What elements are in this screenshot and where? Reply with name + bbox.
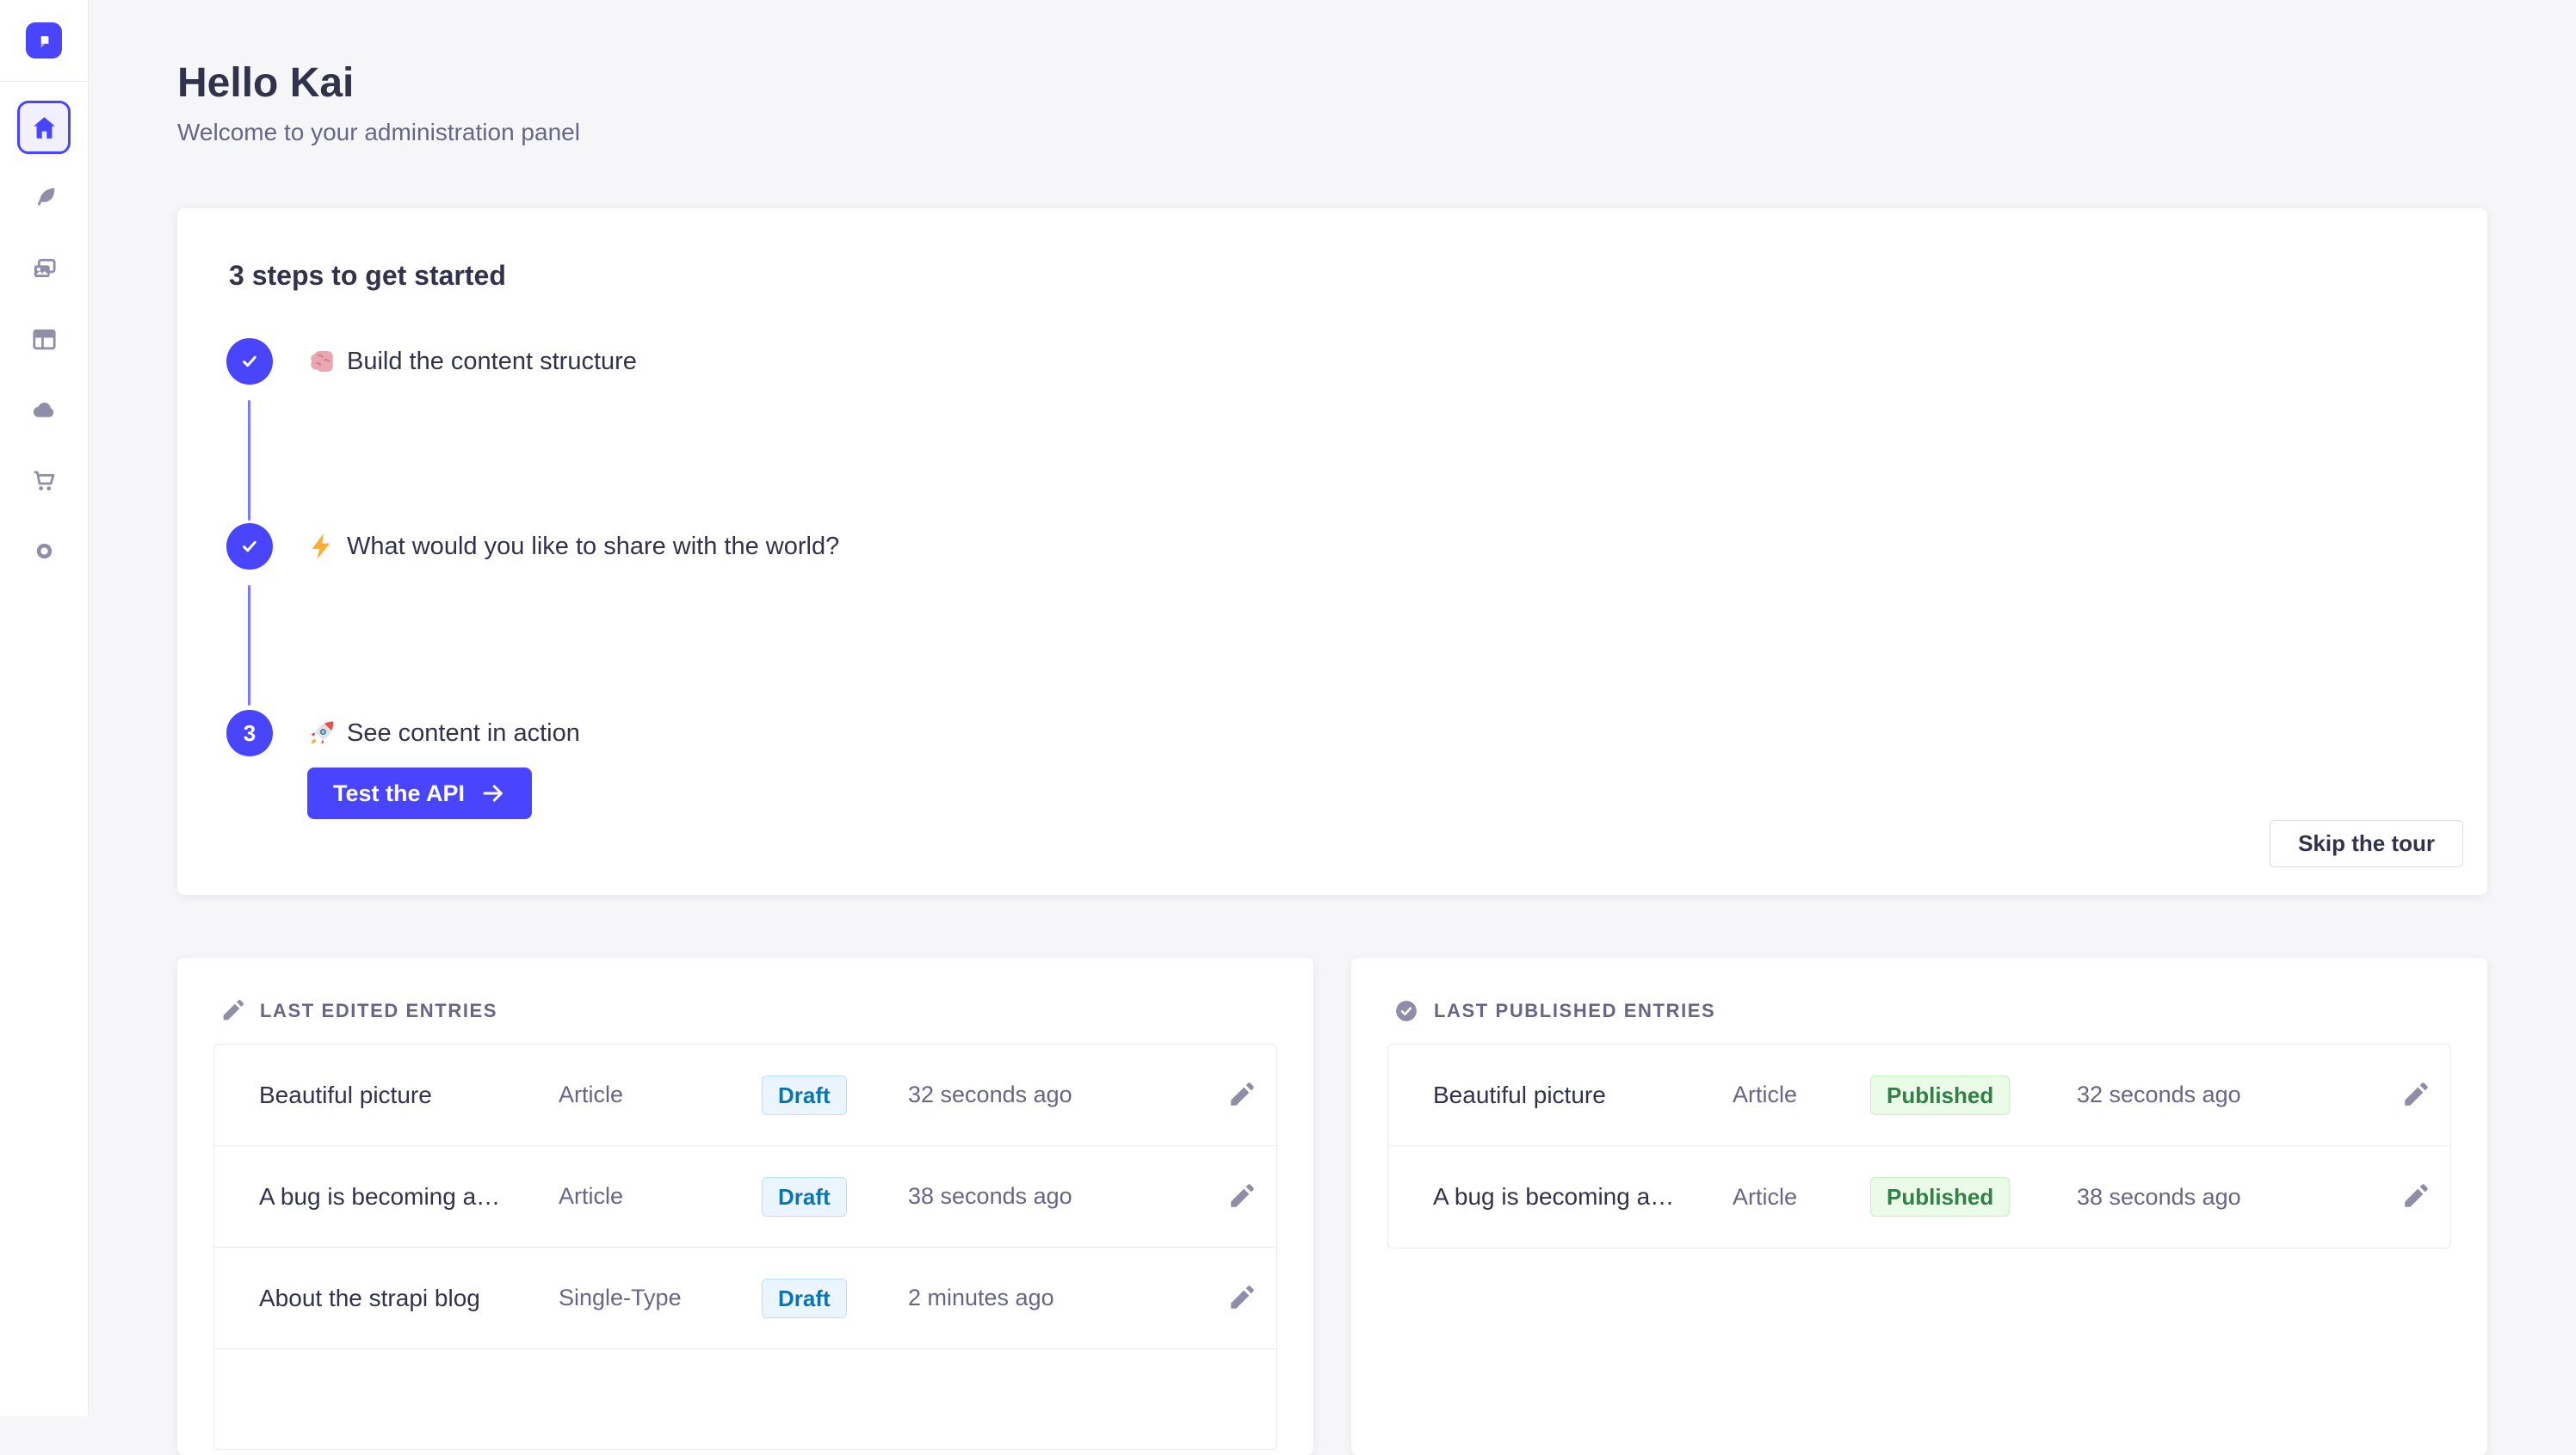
step-2-label: What would you like to share with the wo… — [347, 533, 839, 561]
status-badge: Published — [1870, 1076, 2010, 1115]
last-published-entries-table: Beautiful picture Article Published 32 s… — [1387, 1044, 2451, 1248]
arrow-right-icon — [480, 780, 506, 806]
entry-title: A bug is becoming a… — [259, 1183, 559, 1211]
page-subtitle: Welcome to your administration panel — [177, 119, 2487, 146]
sidebar-item-deploy[interactable] — [17, 383, 71, 436]
last-edited-entries-title: LAST EDITED ENTRIES — [260, 1000, 497, 1022]
entry-time: 32 seconds ago — [2077, 1082, 2378, 1108]
gear-icon — [30, 537, 59, 565]
cart-icon — [30, 466, 59, 495]
test-the-api-button[interactable]: Test the API — [307, 768, 532, 819]
step-build-content-structure: Build the content structure — [226, 338, 637, 385]
entry-type: Article — [559, 1082, 762, 1108]
status-badge: Draft — [762, 1177, 847, 1217]
skip-the-tour-button[interactable]: Skip the tour — [2270, 820, 2463, 867]
pictures-icon — [30, 255, 59, 283]
last-published-entries-card: LAST PUBLISHED ENTRIES Beautiful picture… — [1351, 958, 2487, 1455]
sidebar-item-content-type-builder[interactable] — [17, 312, 71, 366]
table-row: Beautiful picture Article Draft 32 secon… — [214, 1045, 1276, 1146]
table-row: About the strapi blog Single-Type Draft … — [214, 1248, 1276, 1349]
sidebar-item-home[interactable] — [17, 101, 71, 154]
rocket-emoji — [307, 718, 337, 748]
step-1-label: Build the content structure — [347, 348, 637, 376]
cloud-icon — [30, 396, 59, 424]
entry-type: Single-Type — [559, 1285, 762, 1311]
pencil-icon — [219, 998, 245, 1024]
entry-time: 32 seconds ago — [908, 1082, 1204, 1108]
strapi-logo — [26, 22, 62, 59]
entry-time: 38 seconds ago — [2077, 1184, 2378, 1211]
status-badge: Draft — [762, 1076, 847, 1115]
pencil-icon — [1226, 1182, 1256, 1211]
status-badge: Draft — [762, 1279, 847, 1318]
onboarding-card: 3 steps to get started Build the content… — [177, 208, 2487, 895]
last-edited-entries-card: LAST EDITED ENTRIES Beautiful picture Ar… — [177, 958, 1313, 1455]
lightning-emoji — [307, 532, 337, 561]
step-see-content-in-action: 3 See content in action — [226, 710, 580, 756]
layout-icon — [30, 325, 59, 354]
step-3-number-circle: 3 — [226, 710, 273, 756]
table-row: A bug is becoming a… Article Draft 38 se… — [214, 1146, 1276, 1248]
circle-check-icon — [1393, 998, 1419, 1024]
step-1-check-circle — [226, 338, 273, 385]
entry-type: Article — [1733, 1184, 1870, 1211]
sidebar-item-marketplace[interactable] — [17, 453, 71, 507]
pencil-icon — [2400, 1182, 2430, 1211]
step-2-check-circle — [226, 523, 273, 570]
edit-entry-button[interactable] — [1226, 1081, 1256, 1110]
table-row: A bug is becoming a… Article Published 3… — [1388, 1146, 2450, 1248]
empty-row-space — [214, 1349, 1276, 1449]
entry-type: Article — [559, 1183, 762, 1210]
logo-area — [0, 0, 88, 82]
sidebar — [0, 0, 89, 1416]
entry-time: 2 minutes ago — [908, 1285, 1204, 1311]
edit-entry-button[interactable] — [1226, 1284, 1256, 1313]
sidebar-nav — [0, 82, 88, 595]
sidebar-item-settings[interactable] — [17, 524, 71, 577]
feather-icon — [30, 184, 59, 213]
step-share-with-world: What would you like to share with the wo… — [226, 523, 839, 570]
check-icon — [238, 534, 262, 558]
sidebar-item-media-library[interactable] — [17, 242, 71, 295]
entry-time: 38 seconds ago — [908, 1183, 1204, 1210]
edit-entry-button[interactable] — [1226, 1182, 1256, 1211]
status-badge: Published — [1870, 1177, 2010, 1217]
step-3-number: 3 — [244, 720, 256, 747]
page-title: Hello Kai — [177, 60, 2487, 107]
table-row: Beautiful picture Article Published 32 s… — [1388, 1045, 2450, 1146]
entry-title: Beautiful picture — [1433, 1082, 1733, 1109]
pencil-icon — [1226, 1284, 1256, 1313]
strapi-logo-icon — [33, 29, 55, 52]
sidebar-item-content-manager[interactable] — [17, 171, 71, 225]
edit-entry-button[interactable] — [2400, 1081, 2430, 1110]
entry-title: About the strapi blog — [259, 1285, 559, 1312]
onboarding-title: 3 steps to get started — [229, 260, 506, 292]
entry-title: A bug is becoming a… — [1433, 1183, 1733, 1211]
check-icon — [238, 349, 262, 373]
pencil-icon — [1226, 1081, 1256, 1110]
step-connector — [248, 400, 250, 521]
last-published-entries-title: LAST PUBLISHED ENTRIES — [1434, 1000, 1715, 1022]
step-3-label: See content in action — [347, 719, 580, 748]
home-icon — [30, 114, 59, 142]
pencil-icon — [2400, 1081, 2430, 1110]
brain-emoji — [307, 347, 337, 376]
entry-type: Article — [1733, 1082, 1870, 1108]
main-content: Hello Kai Welcome to your administration… — [89, 0, 2576, 1416]
step-connector — [248, 585, 250, 706]
edit-entry-button[interactable] — [2400, 1182, 2430, 1211]
last-edited-entries-table: Beautiful picture Article Draft 32 secon… — [213, 1044, 1277, 1450]
entries-section: LAST EDITED ENTRIES Beautiful picture Ar… — [177, 958, 2487, 1455]
entry-title: Beautiful picture — [259, 1082, 559, 1109]
